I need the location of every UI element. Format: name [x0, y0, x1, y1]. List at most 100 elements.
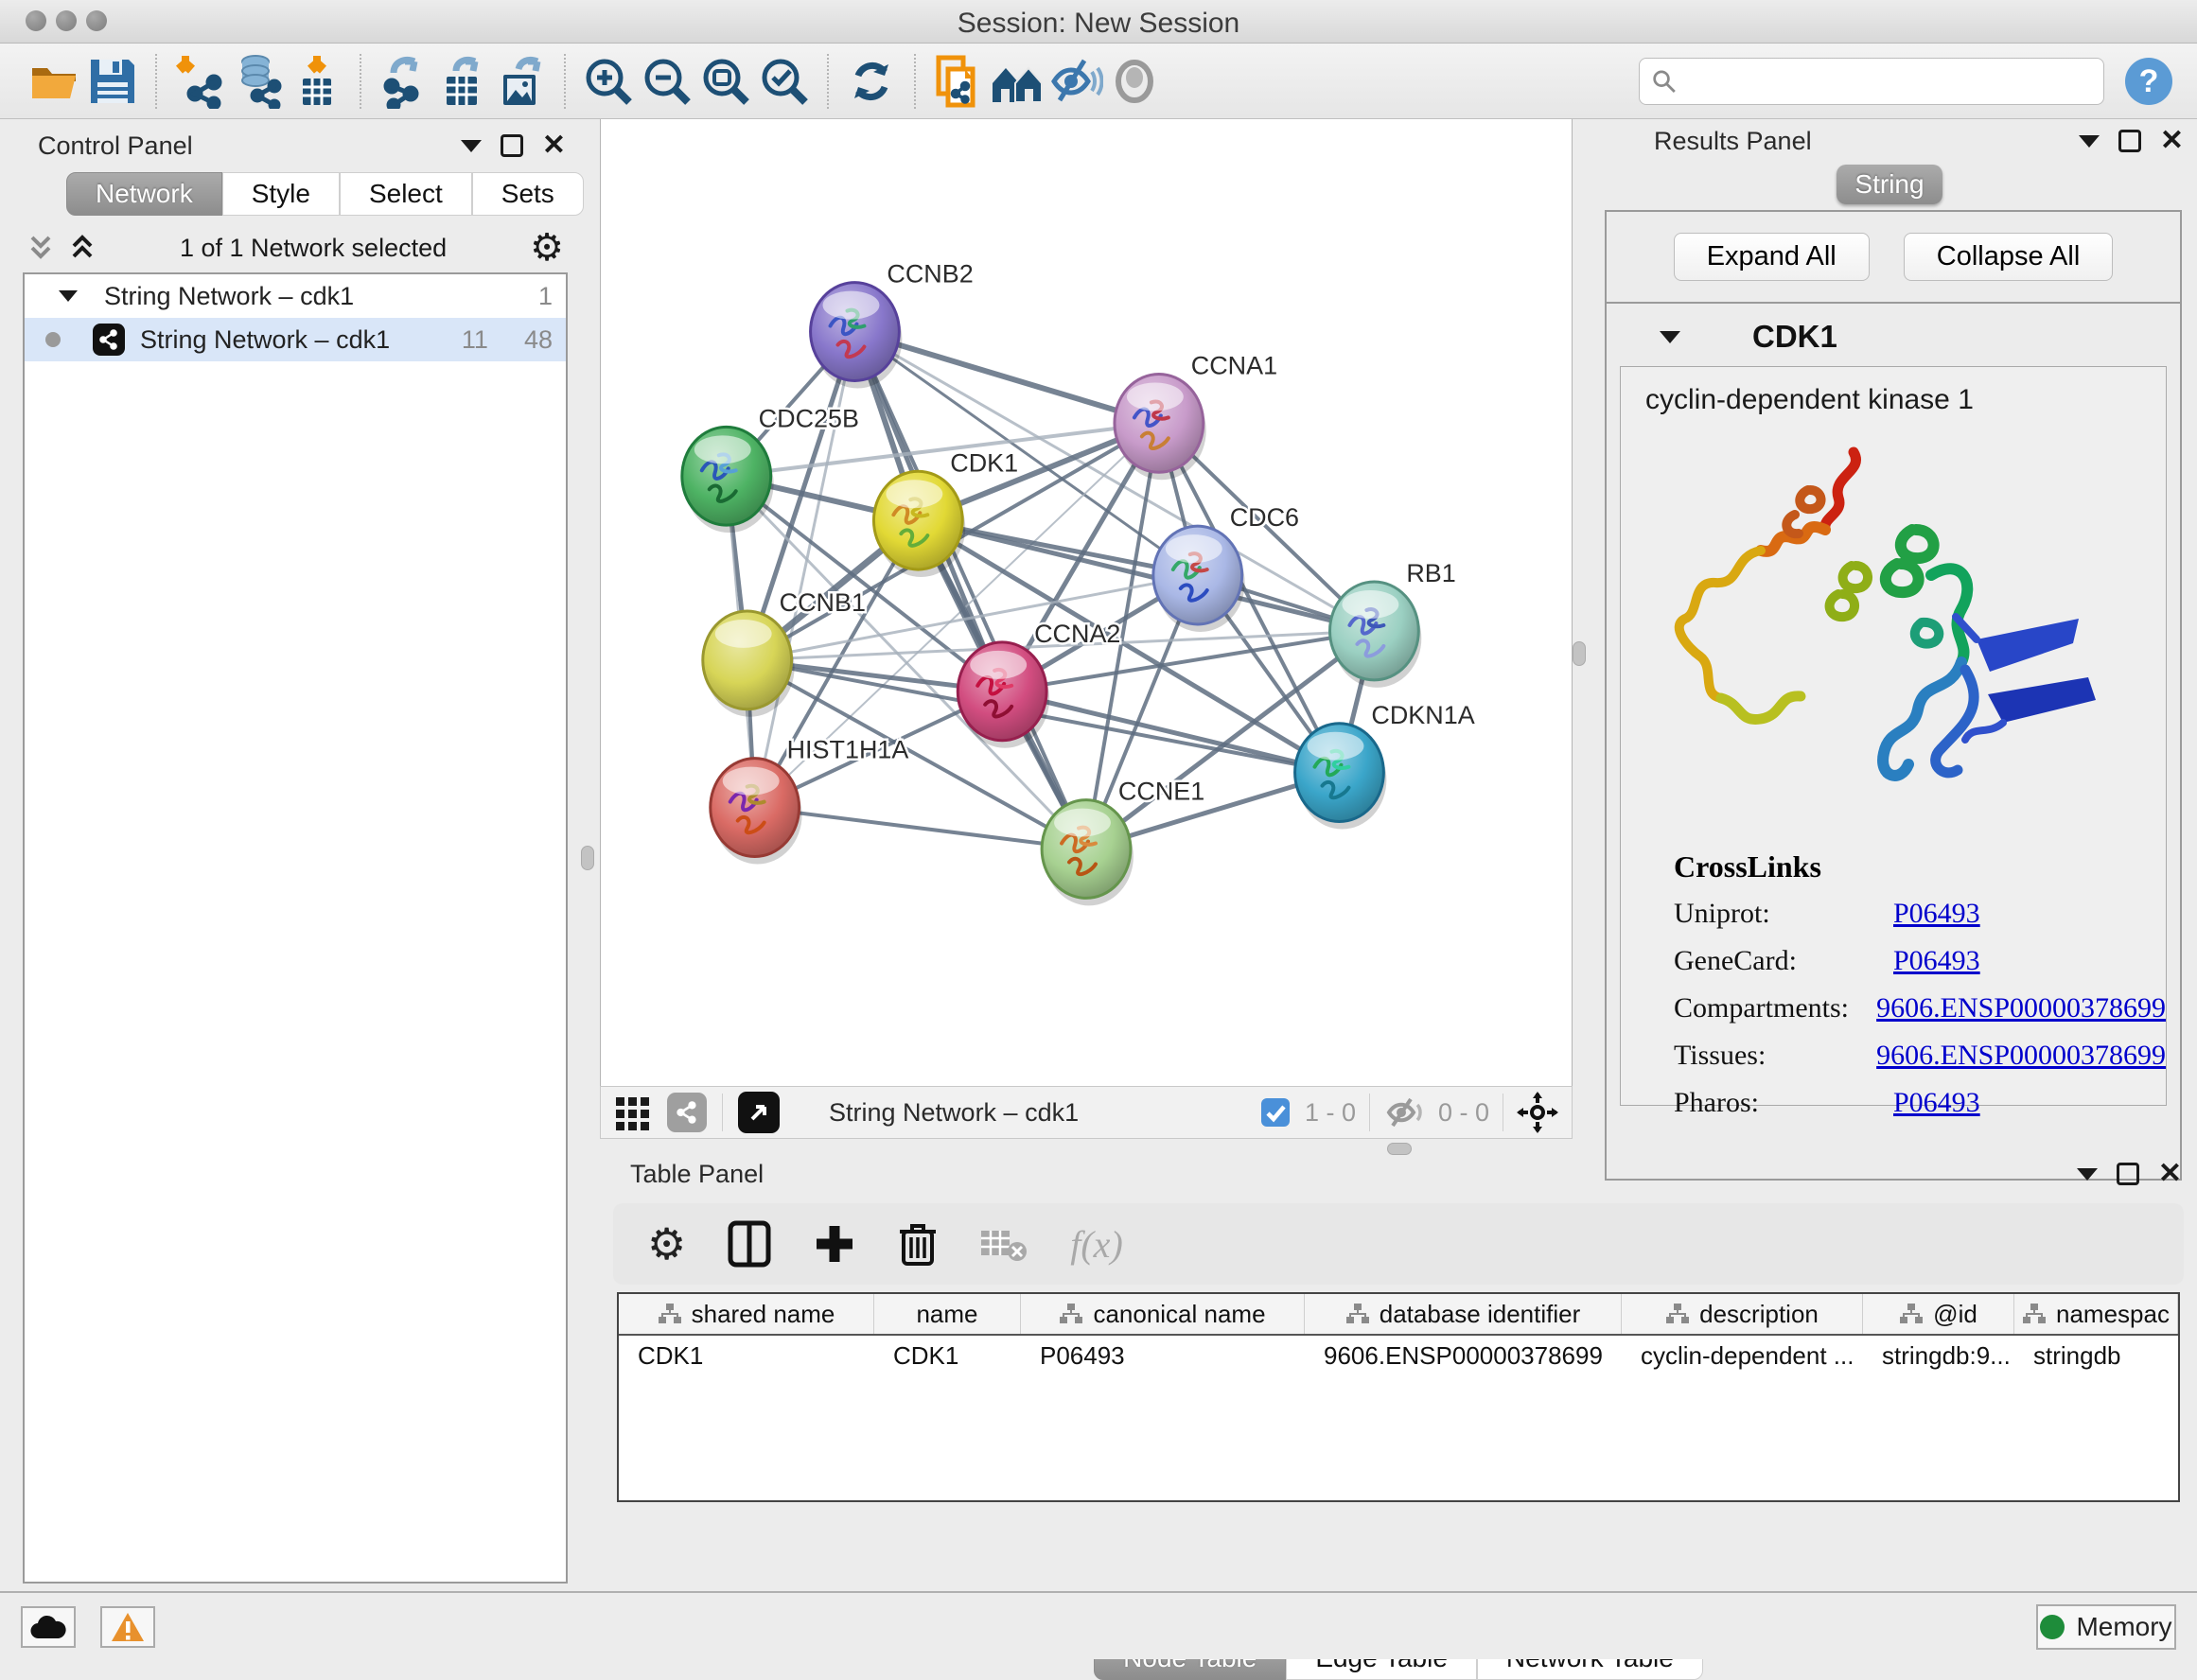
node-label: CDKN1A — [1371, 701, 1474, 729]
column-header-shared-name[interactable]: shared name — [619, 1294, 874, 1334]
import-network-icon — [172, 54, 227, 109]
search-input[interactable] — [1687, 66, 2092, 96]
refresh-button[interactable] — [842, 52, 901, 111]
selected-checkbox-icon[interactable] — [1259, 1096, 1292, 1129]
node-CDK1[interactable]: CDK1 — [873, 448, 1018, 577]
cloud-status-button[interactable] — [21, 1606, 76, 1648]
zoom-selected-button[interactable] — [755, 52, 814, 111]
entry-collapse-caret[interactable] — [1660, 331, 1680, 343]
column-header-@id[interactable]: @id — [1863, 1294, 2014, 1334]
column-header-canonical-name[interactable]: canonical name — [1021, 1294, 1305, 1334]
network-options-gear-icon[interactable]: ⚙ — [530, 229, 564, 267]
open-folder-icon — [27, 55, 80, 108]
node-HIST1H1A[interactable]: HIST1H1A — [711, 736, 909, 865]
show-glass-button[interactable] — [1105, 52, 1164, 111]
node-CCNE1[interactable]: CCNE1 — [1042, 778, 1204, 906]
crosslink-link[interactable]: P06493 — [1893, 1087, 1980, 1119]
panel-float-button[interactable] — [501, 134, 523, 157]
attribute-table[interactable]: shared name namecanonical namedatabase id… — [617, 1292, 2180, 1502]
hide-glass-button[interactable] — [1046, 52, 1105, 111]
tab-select[interactable]: Select — [340, 172, 472, 216]
panel-float-button[interactable] — [2117, 1163, 2139, 1185]
import-table-button[interactable] — [288, 52, 346, 111]
add-column-plus-icon[interactable] — [813, 1222, 856, 1266]
grid-view-icon[interactable] — [614, 1094, 652, 1131]
clone-network-button[interactable] — [929, 52, 988, 111]
shared-column-icon — [1899, 1303, 1924, 1325]
panel-float-button[interactable] — [2118, 130, 2141, 152]
network-graph[interactable]: CCNB2CCNA1CDC25BCDK1CDC6RB1CCNB1CCNA2CDK… — [601, 119, 1572, 1086]
warning-status-button[interactable] — [100, 1606, 155, 1648]
crosslink-link[interactable]: P06493 — [1893, 945, 1980, 977]
crosslink-link[interactable]: P06493 — [1893, 898, 1980, 930]
function-builder-icon-disabled: f(x) — [1070, 1222, 1123, 1267]
table-cell[interactable]: cyclin-dependent ... — [1622, 1336, 1863, 1375]
memory-button[interactable]: Memory — [2036, 1604, 2176, 1650]
panel-close-button[interactable]: ✕ — [542, 131, 566, 160]
pan-crosshair-icon[interactable] — [1517, 1092, 1558, 1133]
collapse-all-chevron-icon[interactable] — [26, 232, 55, 264]
delete-trash-icon[interactable] — [898, 1220, 938, 1268]
help-button[interactable]: ? — [2119, 52, 2178, 111]
tab-style[interactable]: Style — [222, 172, 340, 216]
collection-expand-caret[interactable] — [59, 290, 78, 302]
table-cell[interactable]: CDK1 — [874, 1336, 1021, 1375]
export-network-button[interactable] — [375, 52, 433, 111]
table-cell[interactable]: stringdb — [2014, 1336, 2178, 1375]
panel-menu-caret[interactable] — [461, 140, 482, 152]
birdseye-view-icon[interactable] — [738, 1092, 780, 1133]
main-toolbar: ? — [0, 44, 2197, 119]
hidden-eye-icon[interactable] — [1383, 1095, 1425, 1129]
left-splitter-handle[interactable] — [581, 846, 594, 870]
zoom-in-button[interactable] — [579, 52, 638, 111]
column-header-name[interactable]: name — [874, 1294, 1021, 1334]
crosslink-link[interactable]: 9606.ENSP00000378699 — [1876, 1040, 2166, 1072]
crosslink-link[interactable]: 9606.ENSP00000378699 — [1876, 992, 2166, 1024]
column-header-description[interactable]: description — [1622, 1294, 1863, 1334]
save-session-button[interactable] — [83, 52, 142, 111]
expand-all-button[interactable]: Expand All — [1674, 233, 1870, 281]
export-table-button[interactable] — [433, 52, 492, 111]
node-CCNA1[interactable]: CCNA1 — [1115, 351, 1277, 480]
import-network-button[interactable] — [170, 52, 229, 111]
node-RB1[interactable]: RB1 — [1329, 559, 1455, 688]
tab-sets[interactable]: Sets — [472, 172, 584, 216]
string-home-button[interactable] — [988, 52, 1046, 111]
node-CDKN1A[interactable]: CDKN1A — [1295, 701, 1475, 830]
results-tab-string[interactable]: String — [1837, 165, 1942, 204]
houses-icon — [989, 55, 1046, 108]
network-badge-gray-icon[interactable] — [667, 1093, 707, 1132]
toolbar-separator — [564, 54, 566, 109]
show-columns-icon[interactable] — [728, 1220, 771, 1268]
panel-menu-caret[interactable] — [2079, 135, 2100, 148]
panel-menu-caret[interactable] — [2077, 1168, 2098, 1181]
export-image-button[interactable] — [492, 52, 551, 111]
window-title: Session: New Session — [0, 8, 2197, 40]
node-CDC6[interactable]: CDC6 — [1153, 503, 1299, 632]
network-row[interactable]: String Network – cdk1 11 48 — [25, 318, 566, 361]
panel-close-button[interactable]: ✕ — [2160, 127, 2184, 155]
network-collection-row[interactable]: String Network – cdk1 1 — [25, 274, 566, 318]
column-header-label: shared name — [692, 1300, 835, 1329]
table-cell[interactable]: 9606.ENSP00000378699 — [1305, 1336, 1622, 1375]
expand-all-chevron-icon[interactable] — [68, 232, 97, 264]
column-header-database-identifier[interactable]: database identifier — [1305, 1294, 1622, 1334]
open-session-button[interactable] — [25, 52, 83, 111]
table-cell[interactable]: P06493 — [1021, 1336, 1305, 1375]
tab-network[interactable]: Network — [66, 172, 222, 216]
zoom-out-button[interactable] — [638, 52, 696, 111]
column-header-namespac[interactable]: namespac — [2014, 1294, 2178, 1334]
import-network-from-database-button[interactable] — [229, 52, 288, 111]
table-settings-gear-icon[interactable]: ⚙ — [647, 1222, 686, 1266]
node-CCNB2[interactable]: CCNB2 — [811, 260, 974, 389]
node-CDC25B[interactable]: CDC25B — [682, 404, 859, 533]
table-cell[interactable]: stringdb:9... — [1863, 1336, 2014, 1375]
panel-close-button[interactable]: ✕ — [2158, 1160, 2182, 1188]
network-canvas[interactable]: CCNB2CCNA1CDC25BCDK1CDC6RB1CCNB1CCNA2CDK… — [600, 119, 1573, 1086]
zoom-fit-button[interactable] — [696, 52, 755, 111]
table-panel: Table Panel ✕ ⚙ f(x) shared namename — [600, 1150, 2197, 1585]
search-box[interactable] — [1639, 58, 2104, 105]
export-image-icon — [494, 54, 549, 109]
collapse-all-button[interactable]: Collapse All — [1904, 233, 2114, 281]
table-cell[interactable]: CDK1 — [619, 1336, 874, 1375]
